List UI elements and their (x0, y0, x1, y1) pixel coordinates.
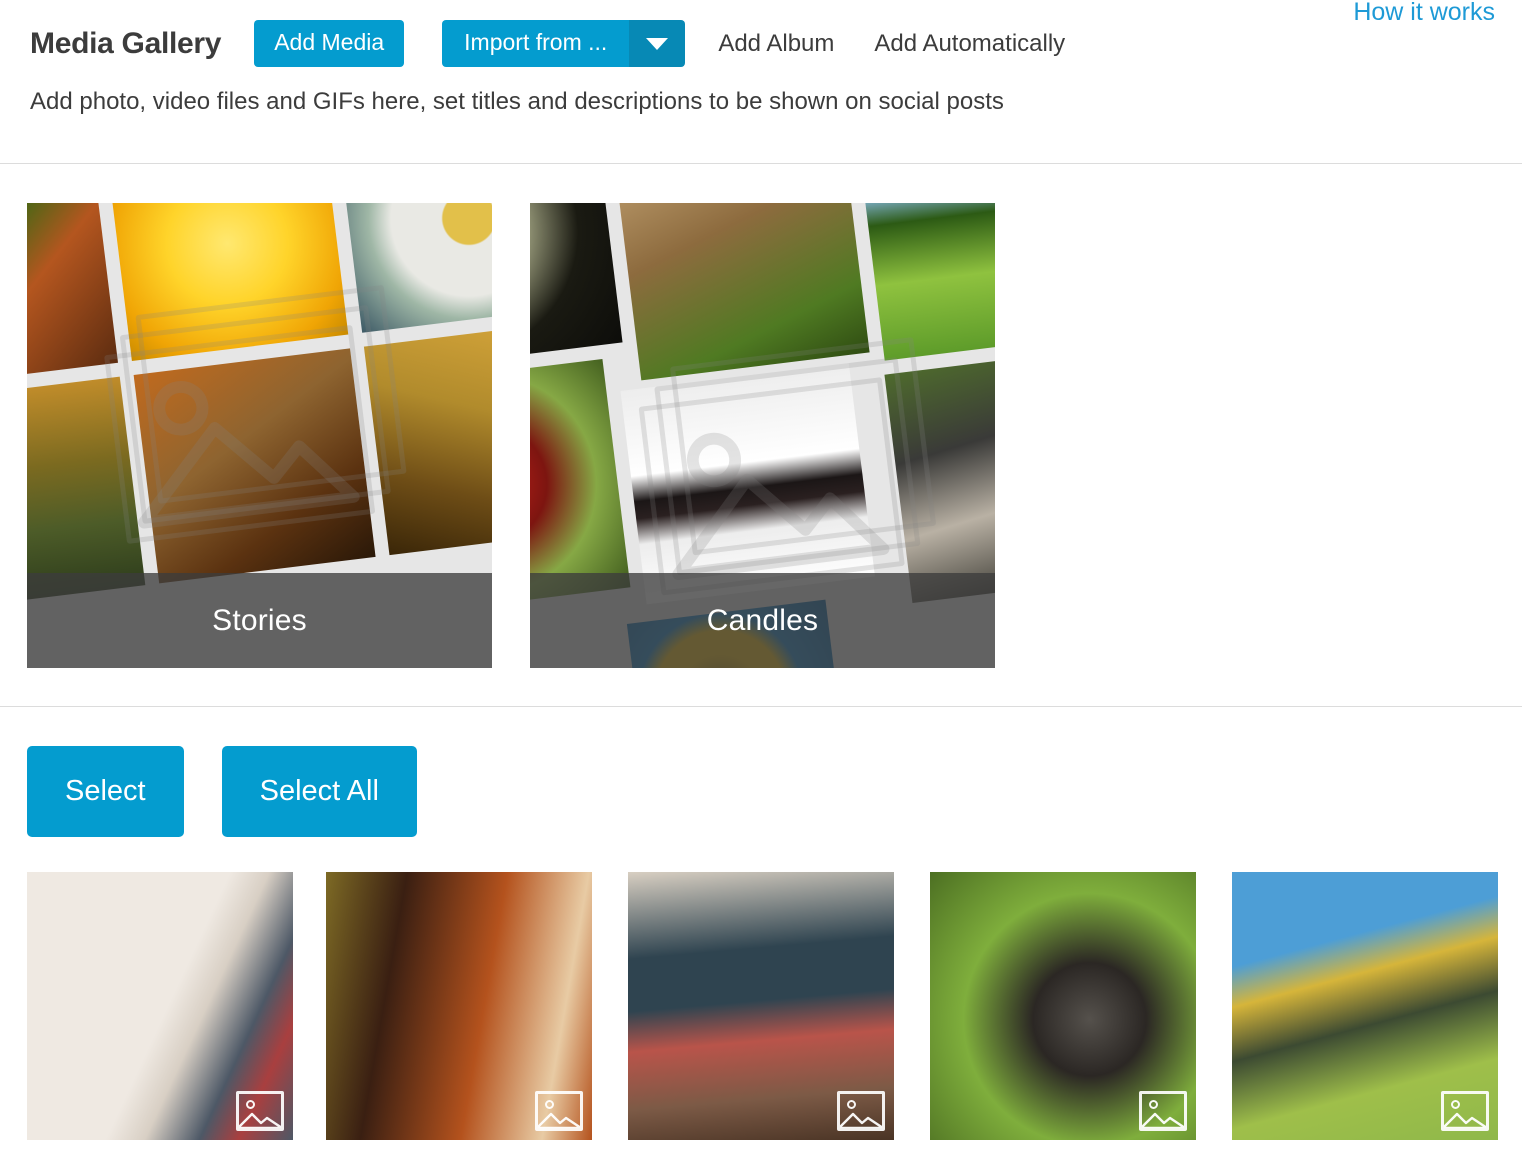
collage-tile (619, 362, 875, 604)
collage-tile (105, 203, 348, 361)
add-album-button[interactable]: Add Album (718, 30, 834, 58)
media-thumbnail[interactable] (1232, 872, 1498, 1140)
page-title: Media Gallery (30, 26, 222, 60)
media-gallery-page: Media Gallery Add Media Import from ... … (0, 0, 1522, 1162)
image-icon-mountain (239, 1112, 281, 1128)
media-thumbnail[interactable] (326, 872, 592, 1140)
album-caption-bar: Candles (530, 573, 995, 668)
import-from-dropdown-toggle[interactable] (629, 20, 686, 68)
page-subtitle: Add photo, video files and GIFs here, se… (30, 88, 1004, 115)
select-all-button[interactable]: Select All (221, 746, 417, 837)
media-thumbnail[interactable] (930, 872, 1196, 1140)
collage-tile (883, 347, 995, 603)
image-icon (1441, 1091, 1489, 1131)
header-toolbar: Media Gallery Add Media Import from ... … (30, 20, 1065, 68)
selection-toolbar: Select Select All (27, 746, 417, 837)
media-thumbnail[interactable] (628, 872, 894, 1140)
album-card-candles[interactable]: Candles (530, 203, 995, 668)
select-button[interactable]: Select (27, 746, 184, 837)
collage-tile (27, 203, 118, 389)
collage-tile (611, 203, 870, 380)
collage-tile (133, 347, 376, 583)
image-icon (837, 1091, 885, 1131)
album-card-stories[interactable]: Stories (27, 203, 492, 668)
image-icon-mountain (1142, 1112, 1184, 1128)
add-automatically-button[interactable]: Add Automatically (874, 30, 1065, 58)
image-icon (1139, 1091, 1187, 1131)
how-it-works-link[interactable]: How it works (1353, 0, 1495, 27)
collage-tile (853, 203, 995, 361)
media-thumbnail-grid (27, 872, 1498, 1140)
import-from-split-button[interactable]: Import from ... (442, 20, 686, 68)
section-divider-top (0, 163, 1522, 164)
image-icon-mountain (840, 1112, 882, 1128)
add-media-button[interactable]: Add Media (254, 20, 405, 68)
image-icon-mountain (1444, 1112, 1486, 1128)
album-title: Candles (706, 603, 819, 637)
collage-tile (336, 203, 492, 333)
media-thumbnail[interactable] (27, 872, 293, 1140)
chevron-down-icon (646, 37, 669, 50)
collage-tile (363, 319, 492, 555)
collage-tile (530, 203, 623, 369)
import-from-label[interactable]: Import from ... (442, 20, 630, 68)
album-caption-bar: Stories (27, 573, 492, 668)
image-icon (236, 1091, 284, 1131)
album-title: Stories (212, 603, 307, 637)
image-icon-mountain (538, 1112, 580, 1128)
section-divider-bottom (0, 706, 1522, 707)
image-icon (535, 1091, 583, 1131)
